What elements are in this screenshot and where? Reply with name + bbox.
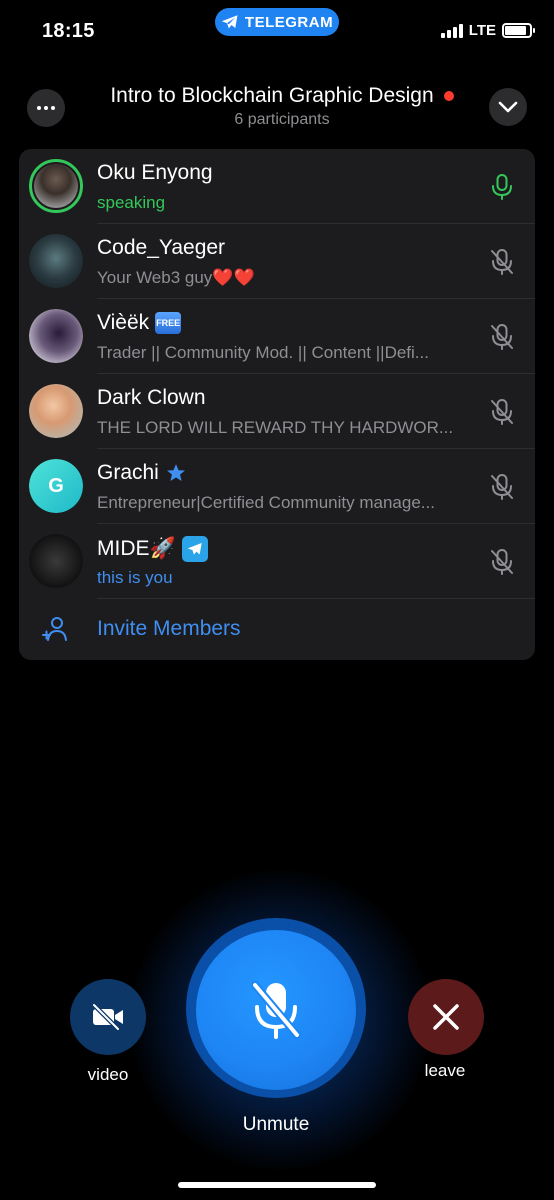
participant-row[interactable]: G Grachi Entrepreneur|Certified Communit… <box>19 449 535 524</box>
call-header: Intro to Blockchain Graphic Design 6 par… <box>80 84 484 129</box>
more-button[interactable] <box>27 89 65 127</box>
home-indicator[interactable] <box>178 1182 376 1188</box>
participant-name: Vièëk <box>97 311 150 334</box>
star-icon <box>166 464 185 481</box>
avatar <box>29 309 83 363</box>
telegram-pill[interactable]: TELEGRAM <box>215 8 339 36</box>
close-icon <box>433 1004 459 1030</box>
telegram-pill-label: TELEGRAM <box>244 13 334 31</box>
battery-icon <box>502 23 535 38</box>
mic-off-icon[interactable] <box>489 548 515 576</box>
participant-bio: Your Web3 guy❤️❤️ <box>97 268 255 287</box>
avatar <box>29 159 83 213</box>
participant-bio: Trader || Community Mod. || Content ||De… <box>97 343 429 362</box>
invite-members-button[interactable]: Invite Members <box>19 599 535 660</box>
participant-row[interactable]: Dark Clown THE LORD WILL REWARD THY HARD… <box>19 374 535 449</box>
mic-off-icon[interactable] <box>489 248 515 276</box>
video-button[interactable] <box>70 979 146 1055</box>
participant-row[interactable]: Oku Enyong speaking <box>19 149 535 224</box>
participant-self-label: this is you <box>97 568 173 587</box>
avatar: G <box>29 459 83 513</box>
video-off-icon <box>91 1003 123 1031</box>
signal-icon <box>440 23 463 38</box>
status-indicators: LTE <box>440 22 535 39</box>
avatar <box>29 234 83 288</box>
mic-off-icon[interactable] <box>489 473 515 501</box>
participants-panel: Oku Enyong speaking Code_Yaeger Your Web… <box>19 149 535 660</box>
participant-row[interactable]: Vièëk FREE Trader || Community Mod. || C… <box>19 299 535 374</box>
unmute-button[interactable] <box>196 930 356 1090</box>
leave-label: leave <box>424 1061 466 1080</box>
more-horizontal-icon <box>37 106 55 110</box>
call-title-row: Intro to Blockchain Graphic Design <box>110 84 454 108</box>
telegram-badge-icon <box>181 536 208 562</box>
invite-members-label: Invite Members <box>97 617 241 640</box>
participant-name: MIDE🚀 <box>97 537 176 560</box>
participant-name-row: Vièëk FREE <box>97 311 182 335</box>
participant-name: Oku Enyong <box>97 161 213 184</box>
mic-off-icon <box>251 981 301 1039</box>
voice-chat-screen: 18:15 TELEGRAM LTE Intro to Blockchain G… <box>0 0 554 1200</box>
participant-status: speaking <box>97 193 166 212</box>
participant-row[interactable]: MIDE🚀 this is you <box>19 524 535 599</box>
avatar-initial: G <box>29 459 83 513</box>
collapse-button[interactable] <box>489 88 527 126</box>
call-title: Intro to Blockchain Graphic Design <box>110 84 434 107</box>
add-user-icon <box>42 617 67 641</box>
participant-name-row: Grachi <box>97 461 187 485</box>
video-label: video <box>87 1065 129 1084</box>
participant-bio: Entrepreneur|Certified Community manage.… <box>97 493 435 512</box>
status-time: 18:15 <box>42 20 95 42</box>
recording-dot-icon <box>443 91 454 101</box>
participant-name: Dark Clown <box>97 386 206 409</box>
mic-on-icon[interactable] <box>489 173 515 201</box>
mic-off-icon[interactable] <box>489 398 515 426</box>
avatar <box>29 384 83 438</box>
participant-bio: THE LORD WILL REWARD THY HARDWOR... <box>97 418 454 437</box>
participant-name: Grachi <box>97 461 159 484</box>
free-badge: FREE <box>155 312 182 334</box>
unmute-label: Unmute <box>242 1114 310 1135</box>
participant-count: 6 participants <box>234 111 330 128</box>
leave-button[interactable] <box>408 979 484 1055</box>
participant-name: Code_Yaeger <box>97 236 226 259</box>
network-type: LTE <box>468 22 496 39</box>
telegram-icon <box>221 15 238 29</box>
avatar <box>29 534 83 588</box>
participant-row[interactable]: Code_Yaeger Your Web3 guy❤️❤️ <box>19 224 535 299</box>
participant-name-row: MIDE🚀 <box>97 536 208 562</box>
mic-off-icon[interactable] <box>489 323 515 351</box>
chevron-down-icon <box>498 101 518 113</box>
